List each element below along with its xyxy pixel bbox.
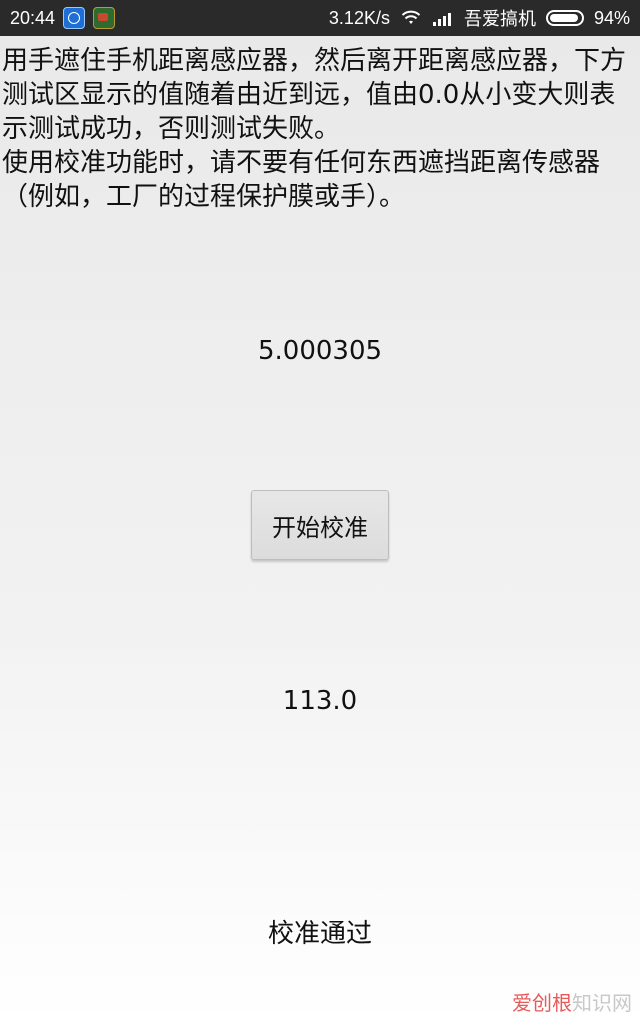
carrier-name: 吾爱搞机	[463, 9, 536, 29]
proximity-value: 5.000305	[257, 336, 383, 366]
watermark-rest: 知识网	[572, 991, 632, 1015]
signal-icon	[432, 9, 454, 27]
status-time: 20:44	[10, 7, 56, 28]
calibration-status: 校准通过	[267, 919, 372, 949]
status-bar: 20:44 3.12K/s 吾爱搞机 94%	[0, 0, 640, 36]
status-left: 20:44	[10, 0, 116, 36]
network-speed: 3.12K/s	[328, 7, 390, 28]
gm-icon	[93, 7, 116, 29]
wifi-icon	[400, 9, 422, 27]
globe-icon	[63, 7, 86, 29]
watermark: 爱创根知识网	[512, 987, 632, 1016]
battery-fill	[549, 14, 578, 22]
battery-percent: 94%	[593, 7, 630, 28]
start-calibration-button[interactable]: 开始校准	[251, 490, 389, 560]
calibration-value: 113.0	[282, 686, 358, 716]
main-content: 用手遮住手机距离感应器，然后离开距离感应器，下方测试区显示的值随着由近到远，值由…	[0, 36, 640, 1024]
status-right: 3.12K/s 吾爱搞机 94%	[329, 0, 630, 36]
battery-icon	[545, 10, 584, 26]
watermark-accent: 爱创根	[512, 991, 572, 1015]
instructions-text: 用手遮住手机距离感应器，然后离开距离感应器，下方测试区显示的值随着由近到远，值由…	[2, 46, 627, 212]
